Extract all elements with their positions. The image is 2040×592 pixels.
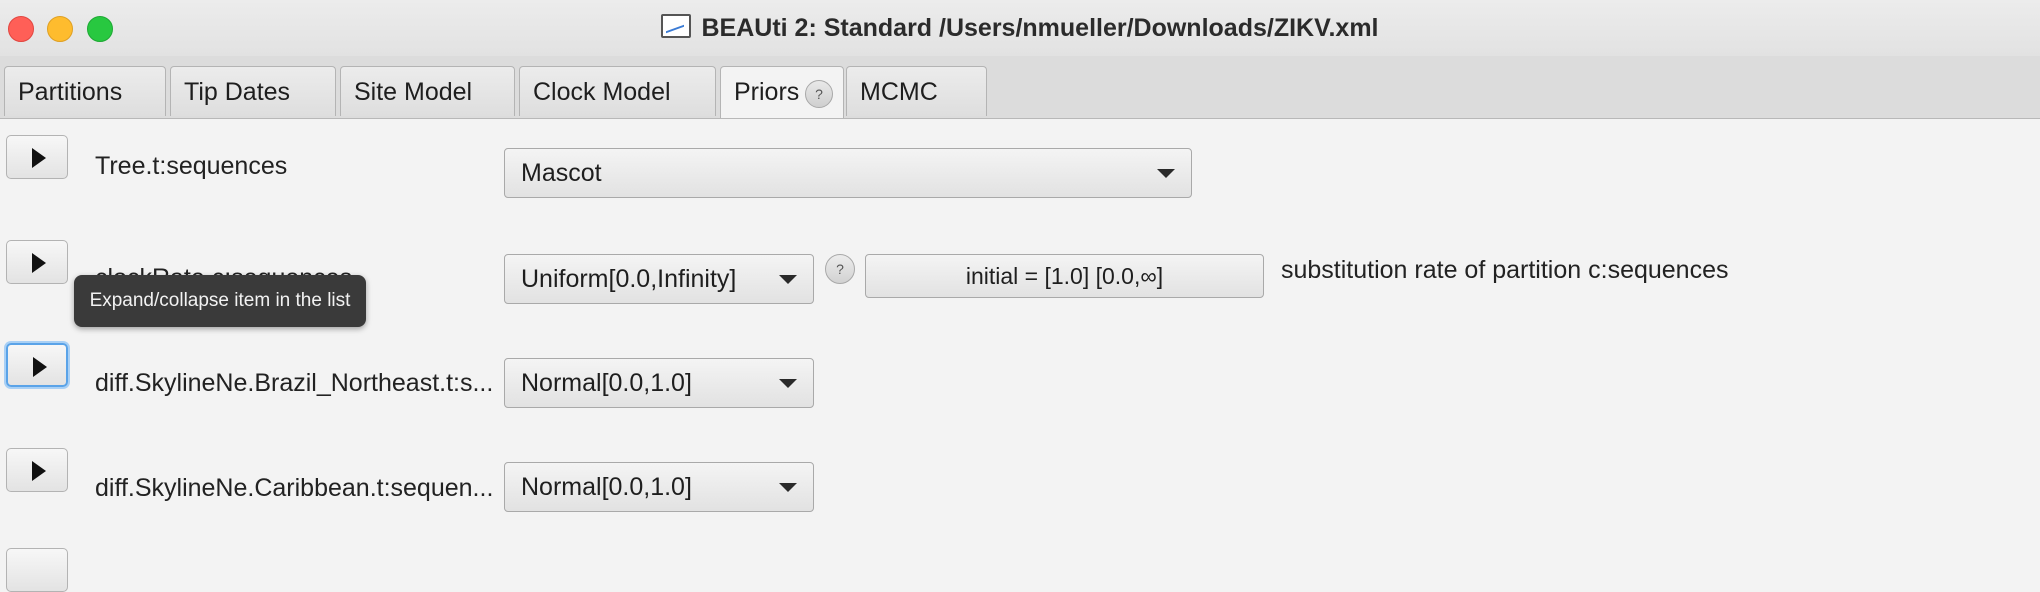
help-icon[interactable]: ? <box>825 254 855 284</box>
prior-name-label: diff.SkylineNe.Brazil_Northeast.t:s... <box>95 369 494 397</box>
tab-label: Priors <box>734 78 800 106</box>
chevron-down-icon <box>779 275 797 284</box>
tab-partitions[interactable]: Partitions <box>4 66 166 116</box>
select-value: Normal[0.0,1.0] <box>521 369 692 397</box>
chevron-down-icon <box>779 379 797 388</box>
expand-triangle-icon <box>32 253 46 273</box>
chevron-down-icon <box>779 483 797 492</box>
tab-label: MCMC <box>860 78 938 106</box>
tab-label: Site Model <box>354 78 473 106</box>
tab-label: Partitions <box>18 78 123 106</box>
prior-name-label: diff.SkylineNe.Caribbean.t:sequen... <box>95 474 494 502</box>
expand-triangle-icon <box>32 148 46 168</box>
tab-clock-model[interactable]: Clock Model <box>519 66 716 116</box>
chevron-down-icon <box>1157 169 1175 178</box>
tab-priors[interactable]: Priors ? <box>720 66 844 118</box>
tab-bar: Partitions Tip Dates Site Model Clock Mo… <box>0 56 2040 119</box>
tab-label: Tip Dates <box>184 78 291 106</box>
window-title-area: BEAUti 2: Standard /Users/nmueller/Downl… <box>0 10 2040 46</box>
select-value: Mascot <box>521 159 602 187</box>
select-value: Uniform[0.0,Infinity] <box>521 265 737 293</box>
document-chart-icon <box>661 14 692 38</box>
title-bar: BEAUti 2: Standard /Users/nmueller/Downl… <box>0 0 2040 57</box>
tab-site-model[interactable]: Site Model <box>340 66 515 116</box>
tab-mcmc[interactable]: MCMC <box>846 66 987 116</box>
select-value: Normal[0.0,1.0] <box>521 473 692 501</box>
clockrate-prior-select[interactable]: Uniform[0.0,Infinity] <box>504 254 814 304</box>
expand-toggle-button[interactable] <box>6 240 68 284</box>
diff-brazil-prior-select[interactable]: Normal[0.0,1.0] <box>504 358 814 408</box>
initial-value-button[interactable]: initial = [1.0] [0.0,∞] <box>865 254 1264 298</box>
diff-caribbean-prior-select[interactable]: Normal[0.0,1.0] <box>504 462 814 512</box>
expand-toggle-button[interactable] <box>6 448 68 492</box>
prior-description: substitution rate of partition c:sequenc… <box>1281 256 1729 284</box>
tab-label: Clock Model <box>533 78 671 106</box>
expand-triangle-icon <box>33 357 47 377</box>
tooltip: Expand/collapse item in the list <box>74 275 366 327</box>
expand-toggle-button[interactable] <box>6 343 68 387</box>
prior-name-label: Tree.t:sequences <box>95 152 288 180</box>
window-title: BEAUti 2: Standard /Users/nmueller/Downl… <box>701 14 1379 42</box>
tab-tip-dates[interactable]: Tip Dates <box>170 66 336 116</box>
expand-triangle-icon <box>32 461 46 481</box>
priors-help-icon[interactable]: ? <box>805 80 833 108</box>
expand-toggle-button[interactable] <box>6 548 68 592</box>
expand-toggle-button[interactable] <box>6 135 68 179</box>
tree-prior-select[interactable]: Mascot <box>504 148 1192 198</box>
